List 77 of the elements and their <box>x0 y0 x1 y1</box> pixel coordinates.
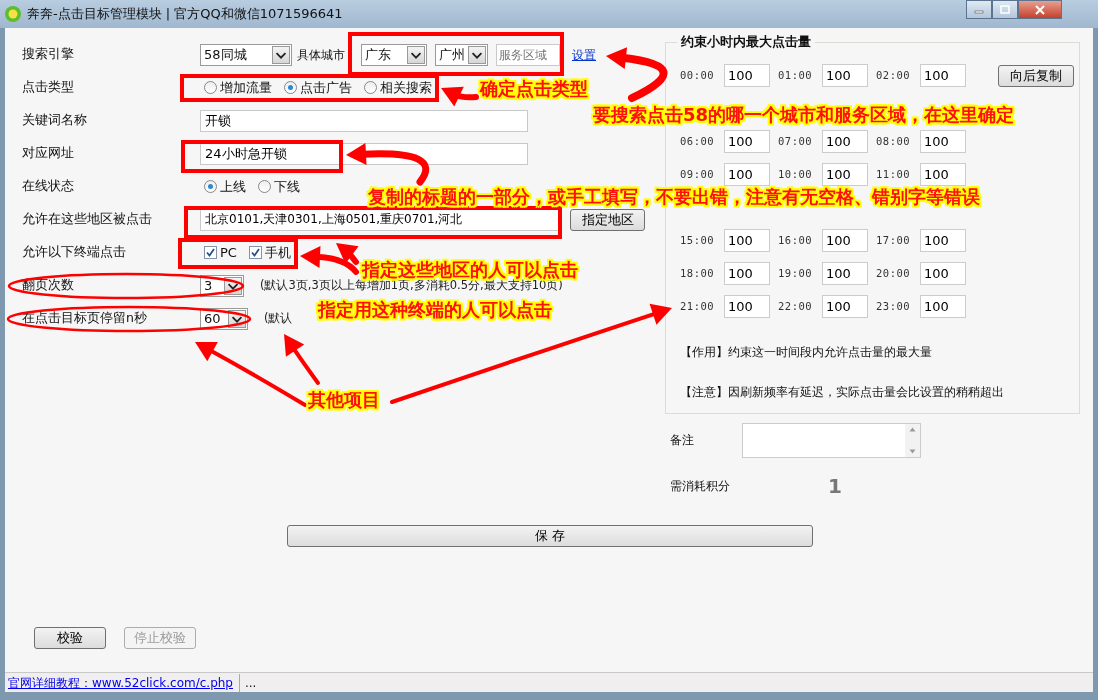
field-label: 备注 <box>669 432 695 449</box>
number-field[interactable]: 100 <box>920 163 966 186</box>
number-field[interactable]: 100 <box>920 130 966 153</box>
time-label: 00:00 <box>680 67 716 83</box>
checkbox-label: 手机 <box>264 243 291 262</box>
checkbox-label: PC <box>220 243 237 262</box>
time-label: 19:00 <box>778 265 814 281</box>
time-label: 08:00 <box>876 133 912 149</box>
time-label: 10:00 <box>778 166 814 182</box>
number-field[interactable]: 100 <box>724 64 770 87</box>
radio-label: 相关搜索 <box>380 78 432 97</box>
number-field[interactable]: 100 <box>920 262 966 285</box>
time-label: 07:00 <box>778 133 814 149</box>
time-label: 16:00 <box>778 232 814 248</box>
number-field[interactable]: 100 <box>724 229 770 252</box>
radio-label: 增加流量 <box>220 78 272 97</box>
number-field[interactable]: 100 <box>822 262 868 285</box>
annotation-text: 指定用这种终端的人可以点击 <box>318 299 552 321</box>
annotation-text: 确定点击类型 <box>480 78 588 100</box>
time-label: 20:00 <box>876 265 912 281</box>
dropdown[interactable]: 广东 <box>361 43 427 66</box>
time-label: 02:00 <box>876 67 912 83</box>
field-label: 关键词名称 <box>22 112 87 128</box>
annotation-text: 其他项目 <box>308 389 380 411</box>
time-label: 11:00 <box>876 166 912 182</box>
save-button[interactable]: 保 存 <box>287 525 813 547</box>
number-field[interactable]: 100 <box>724 130 770 153</box>
radio-label: 上线 <box>220 177 246 196</box>
cost-value: 1 <box>828 473 842 500</box>
hint-text: (默认 <box>264 309 293 327</box>
time-label: 06:00 <box>680 133 716 149</box>
field-label: 需消耗积分 <box>669 478 731 495</box>
field-label: 点击类型 <box>22 79 74 95</box>
number-field[interactable]: 100 <box>724 262 770 285</box>
status-text: ... <box>244 674 257 692</box>
text-field[interactable]: 开锁 <box>200 109 528 132</box>
annotation-text: 要搜索点击58的哪一个城市和服务区域，在这里确定 <box>593 104 1015 126</box>
number-field[interactable]: 100 <box>724 163 770 186</box>
copy-forward-button[interactable]: 向后复制 <box>998 64 1074 87</box>
field-label: 对应网址 <box>22 145 74 161</box>
annotation-text: 复制的标题的一部分，或手工填写，不要出错，注意有无空格、错别字等错误 <box>368 186 980 208</box>
number-field[interactable]: 100 <box>822 295 868 318</box>
field-label: 搜索引擎 <box>22 46 74 62</box>
radio-label: 点击广告 <box>300 78 352 97</box>
number-field[interactable]: 100 <box>920 64 966 87</box>
verify-button[interactable]: 校验 <box>34 627 106 649</box>
note-text: 【注意】因刷新频率有延迟，实际点击量会比设置的稍稍超出 <box>680 384 1005 401</box>
number-field[interactable]: 100 <box>920 295 966 318</box>
dropdown[interactable]: 58同城 <box>200 43 292 66</box>
number-field[interactable]: 100 <box>822 130 868 153</box>
dropdown[interactable]: 广州 <box>435 43 488 66</box>
tutorial-link[interactable]: 官网详细教程：www.52click.com/c.php <box>5 673 240 692</box>
field-label: 允许以下终端点击 <box>22 244 126 260</box>
radio-label: 下线 <box>274 177 300 196</box>
text-field[interactable]: 服务区域 <box>496 43 560 66</box>
field-label: 具体城市 <box>297 46 345 64</box>
time-label: 18:00 <box>680 265 716 281</box>
region-button[interactable]: 指定地区 <box>570 208 645 231</box>
panel-title: 约束小时内最大点击量 <box>677 34 815 50</box>
number-field[interactable]: 100 <box>822 229 868 252</box>
number-field[interactable]: 100 <box>724 295 770 318</box>
field-label: 在点击目标页停留n秒 <box>22 310 147 326</box>
note-text: 【作用】约束这一时间段内允许点击量的最大量 <box>680 344 933 361</box>
number-field[interactable]: 100 <box>822 64 868 87</box>
time-label: 23:00 <box>876 298 912 314</box>
settings-link[interactable]: 设置 <box>572 45 596 64</box>
time-label: 21:00 <box>680 298 716 314</box>
window-title: 奔奔-点击目标管理模块 | 官方QQ和微信1071596641 <box>27 5 343 24</box>
field-label: 在线状态 <box>22 178 74 194</box>
time-label: 22:00 <box>778 298 814 314</box>
time-label: 15:00 <box>680 232 716 248</box>
number-field[interactable]: 100 <box>822 163 868 186</box>
time-label: 09:00 <box>680 166 716 182</box>
field-label: 允许在这些地区被点击 <box>22 211 152 227</box>
time-label: 01:00 <box>778 67 814 83</box>
time-label: 17:00 <box>876 232 912 248</box>
number-field[interactable]: 100 <box>920 229 966 252</box>
